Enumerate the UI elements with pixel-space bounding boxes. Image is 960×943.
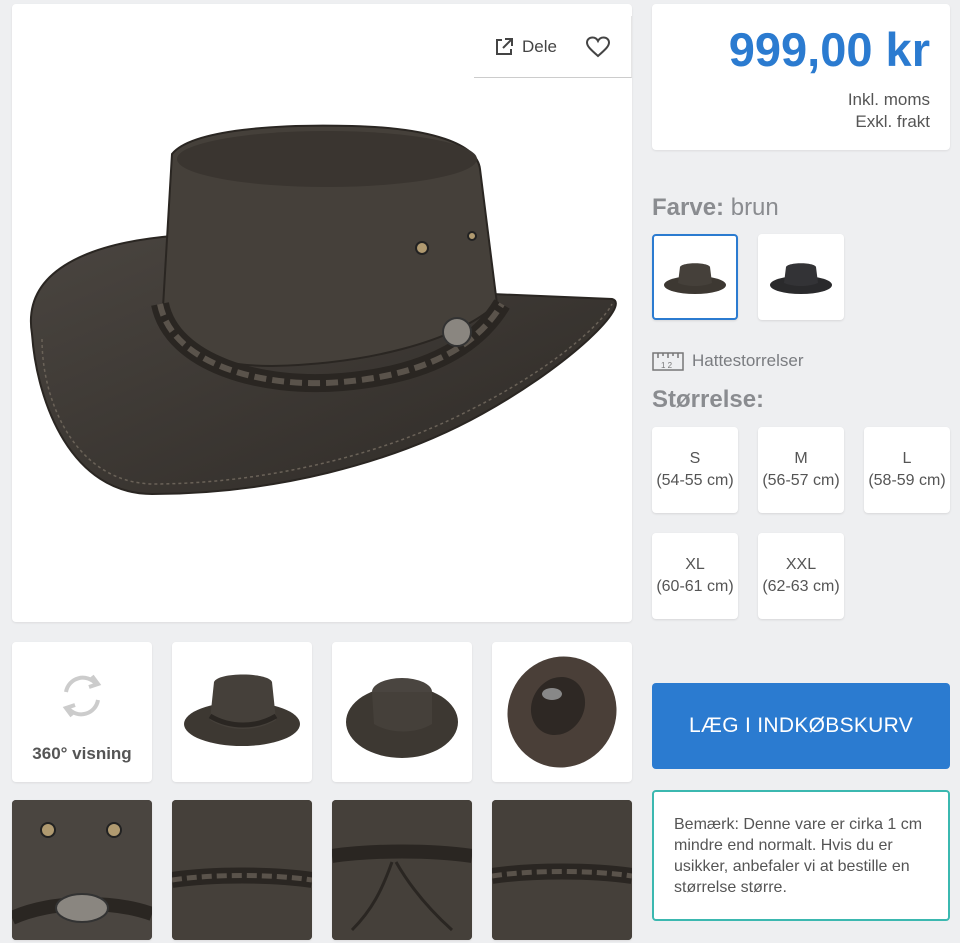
size-option-l[interactable]: L (58-59 cm) [864,427,950,513]
hat-thumbnail [346,678,458,758]
size-range: (56-57 cm) [762,472,840,489]
color-label: Farve: [652,194,725,221]
size-option-s[interactable]: S (54-55 cm) [652,427,738,513]
size-name: L [902,450,912,467]
size-name: XL [685,556,705,573]
ruler-icon: 1 2 [652,352,684,371]
color-swatch-brown[interactable] [652,234,738,320]
color-swatch-black[interactable] [758,234,844,320]
svg-text:1 2: 1 2 [661,361,673,370]
color-value: brun [730,194,779,221]
size-option-m[interactable]: M (56-57 cm) [758,427,844,513]
hat-thumbnail [184,674,300,746]
size-guide-label: Hattestorrelser [692,351,804,370]
thumbnail-inside[interactable] [492,642,632,782]
view-360-label: 360° visning [32,744,132,763]
size-name: M [794,450,808,467]
size-range: (62-63 cm) [762,578,840,595]
size-guide-link[interactable]: 1 2 Hattestorrelser [652,350,803,372]
vat-note: Inkl. moms [847,90,930,109]
size-option-xxl[interactable]: XXL (62-63 cm) [758,533,844,619]
hat-thumbnail [770,263,832,294]
size-name: XXL [785,556,817,573]
share-button[interactable]: Dele [494,37,557,57]
favorite-button[interactable] [585,35,611,58]
price-amount: 999,00 kr [728,23,930,76]
size-range: (60-61 cm) [656,578,734,595]
main-product-image[interactable]: Dele [12,4,632,622]
size-note: Bemærk: Denne vare er cirka 1 cm mindre … [652,790,950,921]
size-option-xl[interactable]: XL (60-61 cm) [652,533,738,619]
share-bar: Dele [474,16,632,78]
hat-detail [172,800,312,940]
thumbnail-detail-band[interactable] [492,800,632,940]
share-icon [496,37,513,55]
size-range: (54-55 cm) [656,472,734,489]
size-range: (58-59 cm) [868,472,946,489]
hat-thumbnail [664,263,726,294]
freight-note: Exkl. frakt [855,112,930,131]
hat-thumbnail [507,656,617,768]
size-name: S [689,450,701,467]
hat-detail [492,800,632,940]
thumbnail-detail-cord[interactable] [332,800,472,940]
share-label: Dele [522,36,557,56]
heart-icon [585,35,610,57]
view-360-button[interactable]: 360° visning [12,642,152,782]
hat-illustration [29,124,617,496]
thumbnail-detail-braid[interactable] [172,800,312,940]
hat-detail [332,800,472,940]
hat-detail [12,800,152,940]
thumbnail-angle[interactable] [332,642,472,782]
price-card: 999,00 kr Inkl. moms Exkl. frakt [652,4,950,150]
thumbnail-detail-eyelets[interactable] [12,800,152,940]
size-heading: Størrelse: [652,386,765,413]
color-heading: Farve: brun [652,194,779,222]
rotate-360-icon [62,674,102,718]
add-to-cart-button[interactable]: LÆG I INDKØBSKURV [652,683,950,769]
thumbnail-side[interactable] [172,642,312,782]
